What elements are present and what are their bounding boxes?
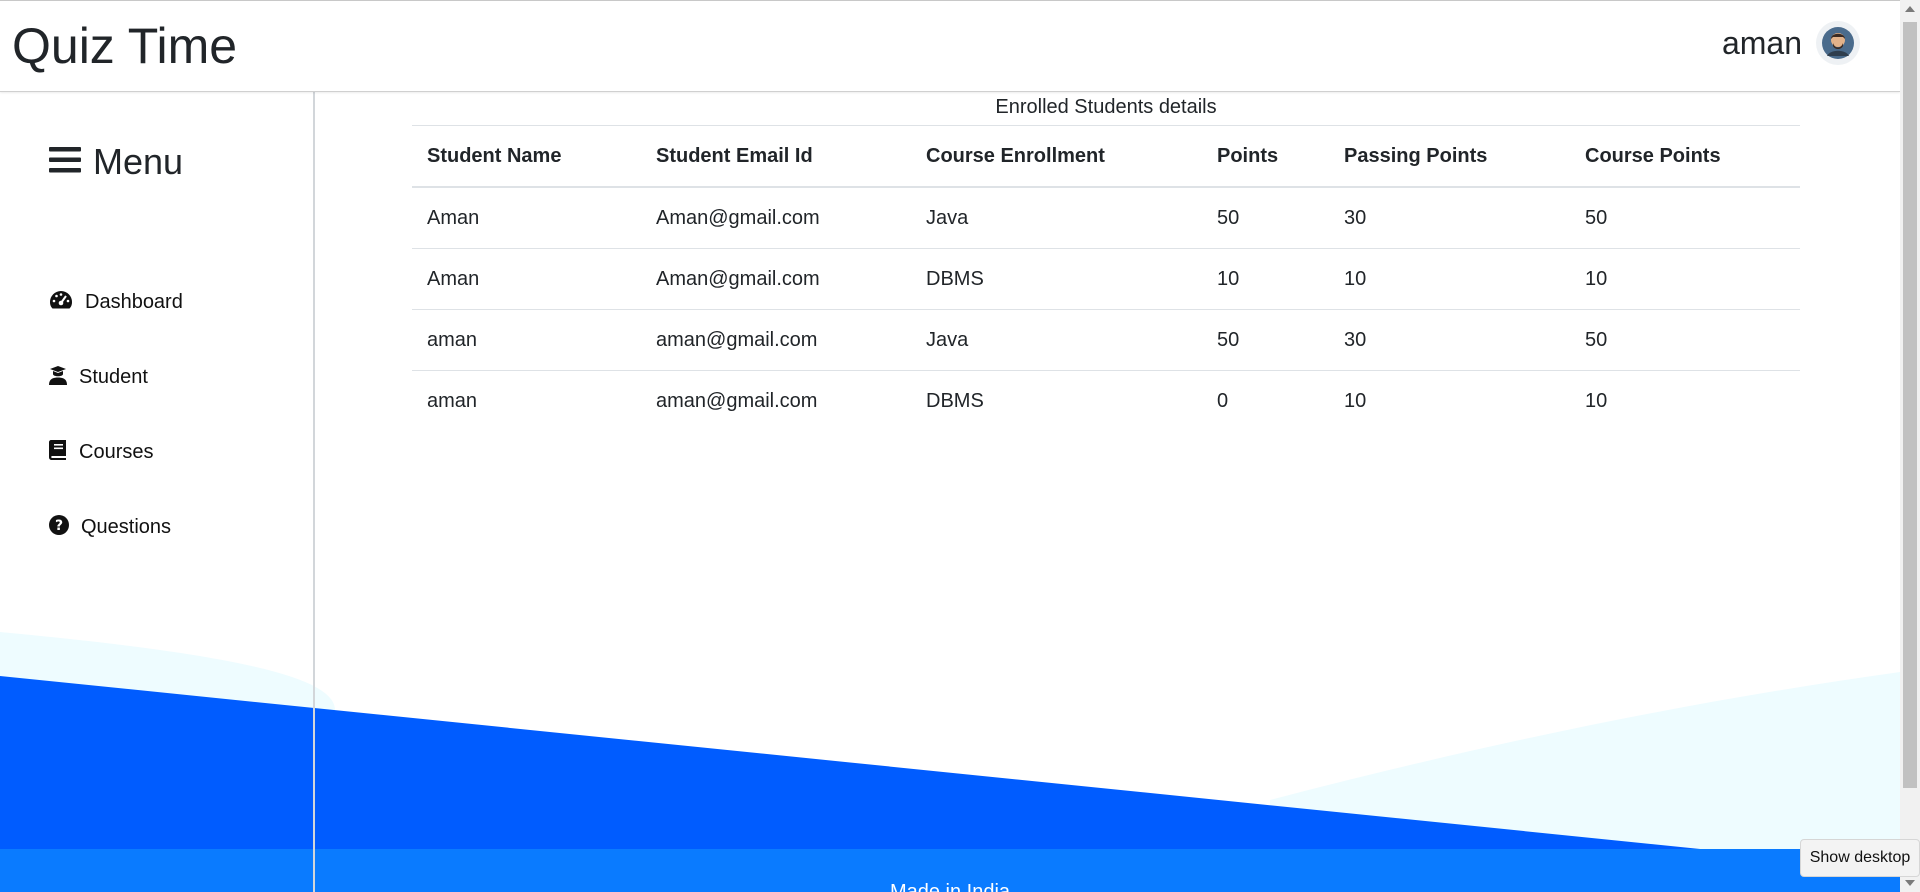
hamburger-menu-icon[interactable] [49, 145, 81, 180]
sidebar-item-student[interactable]: Student [49, 365, 148, 390]
sidebar: Menu Dashboard Student Courses ? Questio… [0, 90, 315, 892]
main-content: Enrolled Students details Student Name S… [412, 90, 1800, 431]
cell-student-email: aman@gmail.com [656, 389, 818, 412]
menu-header[interactable]: Menu [49, 140, 183, 184]
column-header-passing-points: Passing Points [1329, 125, 1570, 188]
column-header-student-name: Student Name [412, 125, 641, 188]
cell-course-enrollment: DBMS [926, 389, 984, 412]
cell-student-name: aman [412, 309, 641, 371]
user-avatar-icon[interactable] [1816, 21, 1860, 65]
sidebar-item-dashboard[interactable]: Dashboard [49, 290, 183, 315]
column-header-course-points: Course Points [1570, 125, 1800, 188]
cell-student-name: aman [427, 389, 478, 412]
cell-course-points: 10 [1570, 248, 1800, 310]
table-row: aman aman@gmail.com Java 50 30 50 [412, 309, 1800, 371]
table-header-row: Student Name Student Email Id Course Enr… [412, 125, 1800, 188]
cell-student-name: Aman [412, 248, 641, 310]
sidebar-item-questions[interactable]: ? Questions [49, 515, 171, 540]
app-title[interactable]: Quiz Time [12, 15, 237, 77]
enrolled-students-table: Student Name Student Email Id Course Enr… [412, 125, 1800, 431]
cell-course-points: 50 [1570, 309, 1800, 371]
graduate-student-icon [49, 365, 67, 390]
top-navbar: Quiz Time aman [0, 0, 1900, 92]
sidebar-item-label: Questions [81, 516, 172, 538]
cell-passing-points: 30 [1329, 187, 1570, 249]
scrollbar-thumb[interactable] [1903, 22, 1917, 788]
cell-passing-points: 10 [1344, 389, 1367, 412]
scroll-down-arrow-icon[interactable] [1905, 880, 1915, 886]
sidebar-item-courses[interactable]: Courses [49, 440, 153, 465]
dashboard-gauge-icon [49, 290, 73, 315]
cell-course-enrollment: DBMS [911, 248, 1202, 310]
username[interactable]: aman [1722, 21, 1802, 65]
cell-points: 10 [1202, 248, 1329, 310]
cell-course-enrollment: Java [911, 187, 1202, 249]
cell-points: 50 [1202, 309, 1329, 371]
scroll-up-arrow-icon[interactable] [1905, 6, 1915, 12]
user-profile[interactable]: aman [1722, 21, 1860, 65]
cell-student-email: Aman@gmail.com [641, 187, 911, 249]
sidebar-item-label: Courses [79, 441, 154, 463]
footer-text: Made in India [889, 881, 1011, 892]
cell-passing-points: 10 [1329, 248, 1570, 310]
cell-student-email: aman@gmail.com [641, 309, 911, 371]
table-row: aman aman@gmail.com DBMS 0 10 10 [412, 371, 1800, 432]
cell-course-points: 50 [1570, 187, 1800, 249]
cell-points: 50 [1202, 187, 1329, 249]
book-icon [49, 440, 67, 465]
column-header-points: Points [1202, 125, 1329, 188]
sidebar-item-label: Dashboard [85, 291, 183, 313]
column-header-student-email: Student Email Id [641, 125, 911, 188]
table-row: Aman Aman@gmail.com Java 50 30 50 [412, 187, 1800, 249]
cell-course-points: 10 [1585, 389, 1608, 412]
sidebar-item-label: Student [79, 366, 148, 388]
cell-passing-points: 30 [1329, 309, 1570, 371]
question-circle-icon: ? [49, 515, 69, 540]
vertical-scrollbar[interactable] [1900, 0, 1920, 892]
cell-course-enrollment: Java [911, 309, 1202, 371]
table-caption: Enrolled Students details [995, 96, 1217, 118]
cell-points: 0 [1217, 389, 1229, 412]
cell-student-email: Aman@gmail.com [641, 248, 911, 310]
show-desktop-tooltip: Show desktop [1800, 839, 1920, 877]
menu-label: Menu [93, 141, 184, 182]
cell-student-name: Aman [412, 187, 641, 249]
svg-text:?: ? [55, 518, 63, 534]
table-row: Aman Aman@gmail.com DBMS 10 10 10 [412, 248, 1800, 310]
column-header-course-enrollment: Course Enrollment [911, 125, 1202, 188]
